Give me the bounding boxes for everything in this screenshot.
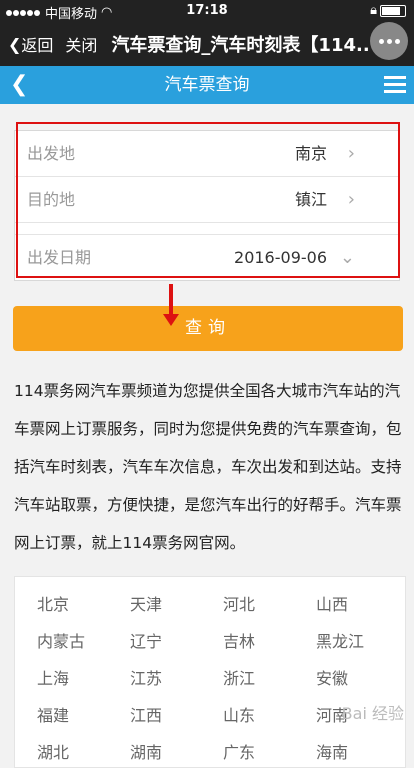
destination-row[interactable]: 目的地 镇江 › — [15, 177, 399, 223]
lock-icon: 🔒︎ — [370, 3, 377, 18]
province-link[interactable]: 吉林 — [223, 628, 316, 651]
province-link[interactable]: 浙江 — [223, 665, 316, 688]
departure-value: 南京 — [294, 144, 327, 163]
departure-label: 出发地 — [27, 144, 76, 163]
date-label: 出发日期 — [27, 248, 92, 267]
province-link[interactable]: 山西 — [316, 591, 409, 614]
province-link[interactable]: 湖南 — [130, 739, 223, 762]
annotation-arrow — [169, 284, 173, 318]
back-button[interactable]: ❮ 返回 — [8, 32, 53, 56]
more-dots-icon — [378, 38, 384, 44]
menu-icon[interactable] — [384, 76, 406, 97]
more-button[interactable] — [370, 22, 408, 60]
date-row[interactable]: 出发日期 2016-09-06 ⌄ — [15, 234, 399, 280]
province-link[interactable]: 福建 — [37, 702, 130, 725]
departure-row[interactable]: 出发地 南京 › — [15, 131, 399, 177]
chevron-down-icon: ⌄ — [339, 247, 355, 268]
province-link[interactable]: 山东 — [223, 702, 316, 725]
province-link[interactable]: 湖北 — [37, 739, 130, 762]
province-list: 北京 天津 河北 山西 内蒙古 辽宁 吉林 黑龙江 上海 江苏 浙江 安徽 福建 江西 山东 河南 湖北 湖南 广东… — [14, 576, 406, 768]
status-bar: 中国移动 ◠ 17:18 🔒︎ — [0, 0, 414, 22]
description-text: 114票务网汽车票频道为您提供全国各大城市汽车站的汽车票网上订票服务，同时为您提… — [14, 382, 402, 552]
province-link[interactable]: 江西 — [130, 702, 223, 725]
province-link[interactable]: 海南 — [316, 739, 409, 762]
province-link[interactable]: 上海 — [37, 665, 130, 688]
destination-label: 目的地 — [27, 190, 76, 209]
baidu-watermark: Bai 经验 — [341, 704, 404, 723]
province-link[interactable]: 江苏 — [130, 665, 223, 688]
province-link[interactable]: 黑龙江 — [316, 628, 409, 651]
close-button[interactable]: 关闭 — [65, 32, 97, 56]
browser-nav-bar: ❮ 返回 关闭 汽车票查询_汽车时刻表【114... — [0, 22, 414, 66]
chevron-right-icon: › — [347, 143, 355, 164]
back-label: 返回 — [21, 36, 54, 55]
search-button[interactable]: 查询 — [13, 306, 403, 351]
destination-value: 镇江 — [294, 190, 327, 209]
chevron-right-icon: › — [347, 189, 355, 210]
header-back-icon[interactable]: ❮ — [10, 66, 28, 104]
province-link[interactable]: 内蒙古 — [37, 628, 130, 651]
province-link[interactable]: 天津 — [130, 591, 223, 614]
header-title: 汽车票查询 — [164, 75, 250, 95]
province-link[interactable]: 辽宁 — [130, 628, 223, 651]
chevron-left-icon: ❮ — [8, 34, 22, 54]
date-value: 2016-09-06 — [234, 248, 327, 267]
search-form: 出发地 南京 › 目的地 镇江 › 出发日期 2016-09-06 ⌄ — [14, 130, 400, 281]
province-link[interactable]: 安徽 — [316, 665, 409, 688]
page-header: ❮ 汽车票查询 — [0, 66, 414, 104]
province-link[interactable]: 北京 — [37, 591, 130, 614]
clock: 17:18 — [186, 3, 228, 18]
page-title: 汽车票查询_汽车时刻表【114... — [111, 35, 372, 56]
battery-icon — [380, 4, 406, 17]
province-link[interactable]: 广东 — [223, 739, 316, 762]
province-link[interactable]: 河北 — [223, 591, 316, 614]
annotation-arrowhead — [163, 314, 179, 326]
